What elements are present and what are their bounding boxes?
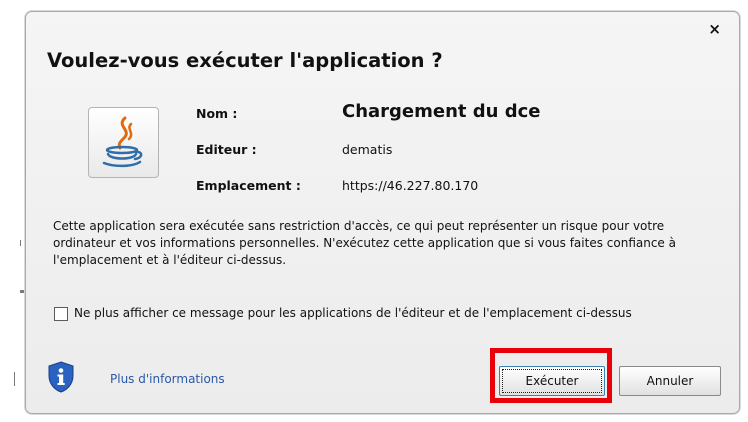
security-dialog: × Voulez-vous exécuter l'application ? N… [25,11,740,414]
security-warning-text: Cette application sera exécutée sans res… [53,219,676,267]
shield-info-icon [48,361,74,397]
dont-show-again-checkbox[interactable] [54,307,68,321]
close-icon[interactable]: × [708,22,721,37]
publisher-value: dematis [342,142,393,157]
dont-show-again-label[interactable]: Ne plus afficher ce message pour les app… [74,306,632,320]
publisher-label: Editeur : [196,142,257,157]
cancel-button[interactable]: Annuler [619,366,721,396]
more-info-link[interactable]: Plus d'informations [110,372,225,386]
location-value: https://46.227.80.170 [342,178,479,193]
java-coffee-icon [88,107,159,178]
dialog-title: Voulez-vous exécuter l'application ? [47,49,443,72]
name-label: Nom : [196,106,238,121]
run-button[interactable]: Exécuter [499,366,605,396]
name-value: Chargement du dce [342,101,541,122]
location-label: Emplacement : [196,178,301,193]
